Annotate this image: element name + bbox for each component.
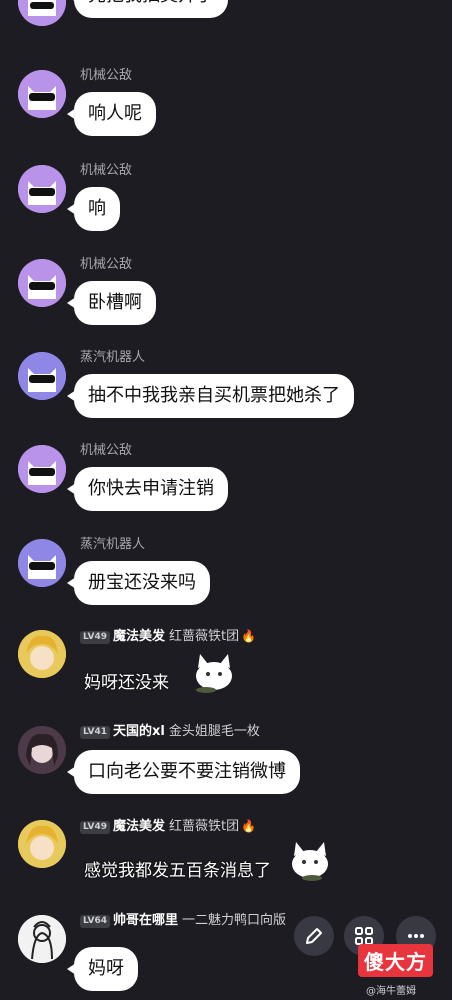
user-avatar[interactable] [18, 630, 66, 678]
cat-sticker-icon [196, 654, 232, 693]
message-bubble[interactable]: 先把我抽奖开了 [67, 0, 228, 18]
bot-avatar[interactable] [18, 165, 66, 213]
sender-line: LV49 魔法美发 红蔷薇铁t团 🔥 [80, 818, 256, 835]
message-text[interactable]: 妈呀还没来 [84, 668, 169, 693]
fan-title: 红蔷薇铁t团 [169, 819, 240, 834]
watermark-logo: 傻大方 [358, 944, 433, 977]
level-badge: LV49 [80, 821, 110, 834]
user-avatar[interactable] [18, 820, 66, 868]
level-badge: LV64 [80, 915, 110, 928]
sender-name: 机械公敌 [80, 443, 133, 458]
message-bubble[interactable]: 妈呀 [67, 947, 138, 991]
sender-line: LV64 帅哥在哪里 一二魅力鸭口向版 [80, 913, 286, 929]
fan-title: 金头姐腿毛一枚 [168, 724, 260, 739]
message-bubble[interactable]: 抽不中我我亲自买机票把她杀了 [67, 374, 354, 418]
sender-name: 蒸汽机器人 [80, 350, 146, 365]
message-bubble[interactable]: 响人呢 [67, 92, 156, 136]
bot-avatar[interactable] [18, 445, 66, 493]
pencil-icon [306, 928, 322, 944]
flame-icon: 🔥 [241, 819, 257, 833]
nickname[interactable]: 魔法美发 [113, 629, 165, 644]
level-badge: LV41 [80, 726, 110, 739]
bot-avatar[interactable] [18, 70, 66, 118]
bot-avatar[interactable] [18, 352, 66, 400]
nickname[interactable]: 天国的xl [113, 724, 165, 739]
user-avatar[interactable] [18, 726, 66, 774]
message-text[interactable]: 感觉我都发五百条消息了 [84, 856, 271, 881]
edit-button[interactable] [294, 916, 334, 956]
watermark-weibo: @海牛蕾姆 [366, 986, 416, 997]
nickname[interactable]: 魔法美发 [113, 819, 165, 834]
fan-title: 一二魅力鸭口向版 [182, 913, 287, 928]
message-bubble[interactable]: 响 [67, 187, 120, 231]
sender-name: 机械公敌 [80, 68, 133, 83]
sender-line: LV41 天国的xl 金头姐腿毛一枚 [80, 724, 260, 740]
chat-screen: { "messages": [ { "sender": "", "text": … [0, 0, 452, 1000]
bot-avatar[interactable] [18, 259, 66, 307]
user-avatar[interactable] [18, 915, 66, 963]
bot-avatar[interactable] [18, 0, 66, 26]
cat-sticker-icon [292, 842, 328, 881]
sender-line: LV49 魔法美发 红蔷薇铁t团 🔥 [80, 628, 256, 645]
nickname[interactable]: 帅哥在哪里 [113, 913, 178, 928]
level-badge: LV49 [80, 631, 110, 644]
message-bubble[interactable]: 你快去申请注销 [67, 467, 228, 511]
sender-name: 机械公敌 [80, 163, 133, 178]
message-bubble[interactable]: 卧槽啊 [67, 281, 156, 325]
flame-icon: 🔥 [241, 629, 257, 643]
fan-title: 红蔷薇铁t团 [169, 629, 240, 644]
sender-name: 机械公敌 [80, 257, 133, 272]
bot-avatar[interactable] [18, 539, 66, 587]
message-bubble[interactable]: 口向老公要不要注销微博 [67, 750, 300, 794]
message-bubble[interactable]: 册宝还没来吗 [67, 561, 210, 605]
sender-name: 蒸汽机器人 [80, 537, 146, 552]
